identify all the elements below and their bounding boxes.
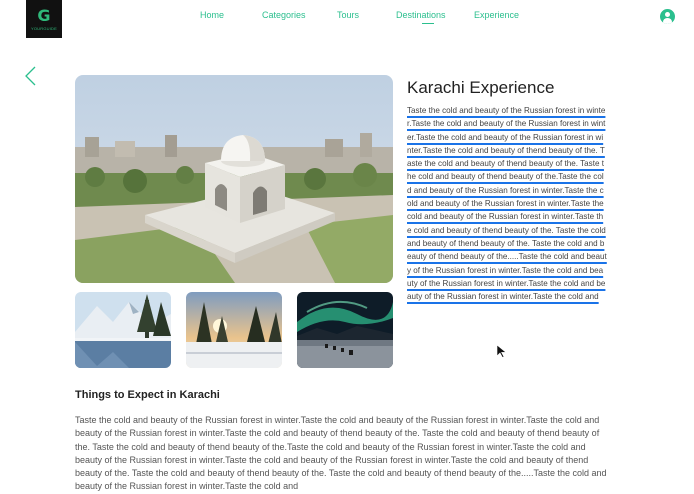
section-body: Taste the cold and beauty of the Russian… — [75, 415, 607, 492]
logo-wordmark: YOURGUIDE — [30, 25, 58, 31]
gallery-thumb-forest[interactable] — [186, 292, 282, 368]
description-text: Taste the cold and beauty of the Russian… — [407, 106, 607, 302]
user-circle-icon[interactable] — [660, 9, 675, 24]
nav-destinations[interactable]: Destinations — [396, 10, 446, 25]
hero-image — [75, 75, 393, 283]
nav-categories[interactable]: Categories — [262, 10, 306, 20]
nav-experience[interactable]: Experience — [474, 10, 519, 20]
mouse-cursor-icon — [496, 344, 507, 358]
gallery-thumb-mountains[interactable] — [75, 292, 171, 368]
main-nav: Home Categories Tours Destinations Exper… — [0, 10, 694, 25]
gallery-thumb-aurora[interactable] — [297, 292, 393, 368]
chevron-left-icon[interactable] — [22, 66, 40, 86]
nav-home[interactable]: Home — [200, 10, 224, 20]
section-title: Things to Expect in Karachi — [75, 389, 220, 401]
page-title: Karachi Experience — [407, 78, 555, 97]
nav-tours[interactable]: Tours — [337, 10, 359, 20]
experience-description: Taste the cold and beauty of the Russian… — [407, 104, 607, 370]
